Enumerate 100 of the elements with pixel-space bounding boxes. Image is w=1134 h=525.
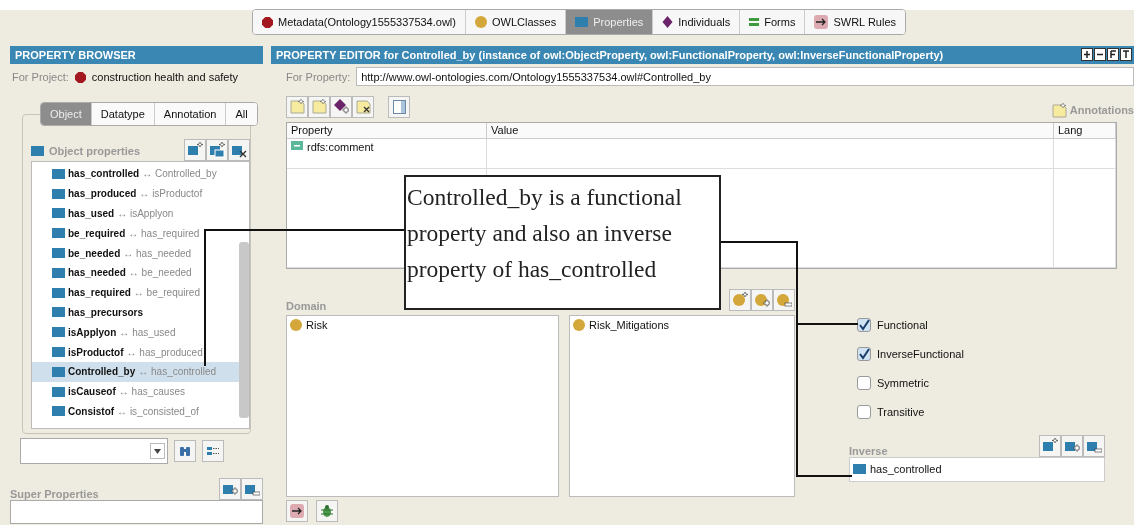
table-cell [1054, 138, 1116, 169]
checkbox[interactable] [857, 405, 871, 420]
checkbox-label: InverseFunctional [877, 348, 964, 361]
property-icon [52, 248, 65, 259]
remove-superproperty-button[interactable] [241, 478, 263, 500]
note-icon [289, 99, 305, 115]
tree-item[interactable]: has_needed ↔ be_needed [32, 263, 239, 283]
checkbox-label: Symmetric [877, 377, 929, 390]
checkbox-label: Functional [877, 319, 928, 332]
property-icon [52, 188, 65, 199]
tree-item[interactable]: has_precursors [32, 302, 239, 323]
list-item[interactable]: Risk_Mitigations [573, 318, 791, 331]
add-property-button[interactable] [1061, 434, 1083, 457]
search-field[interactable] [20, 438, 168, 464]
tree-item[interactable]: Consistof ↔ is_consisted_of [32, 401, 239, 422]
property-icon [575, 17, 589, 27]
property-icon [52, 287, 65, 298]
create-property-button[interactable] [1039, 434, 1061, 457]
create-property-button[interactable] [184, 139, 206, 161]
uri-field[interactable]: http://www.owl-ontologies.com/Ontology1555337534.owl#Controlled_by [356, 67, 1134, 87]
annotation-icon [291, 140, 303, 150]
property-icon [52, 406, 65, 417]
check-icon [858, 348, 870, 361]
add-superproperty-button[interactable] [219, 478, 241, 500]
delete-annotation-button[interactable] [352, 95, 374, 118]
find-button[interactable] [174, 440, 196, 462]
property-icon [31, 146, 44, 156]
tile-icon[interactable] [1120, 48, 1132, 62]
column-header[interactable]: Value [487, 122, 1054, 139]
remove-property-button[interactable] [1083, 434, 1105, 457]
caret-icon [154, 448, 161, 454]
document-icon [311, 99, 327, 115]
new-property-icon [187, 142, 203, 158]
add-class-icon [754, 291, 770, 308]
property-label: For Property: [286, 70, 351, 83]
circle-icon [474, 16, 487, 28]
delete-property-button[interactable] [228, 139, 250, 161]
tree-item[interactable]: has_required ↔ be_required [32, 282, 239, 303]
checkbox[interactable] [857, 347, 871, 362]
add-class-button[interactable] [751, 288, 773, 311]
tree-item[interactable]: isApplyon ↔ has_used [32, 322, 239, 343]
panel-icon [392, 99, 406, 114]
tree-item[interactable]: has_controlled ↔ Controlled_by [32, 164, 239, 184]
tree-item[interactable]: be_required ↔ has_required [32, 223, 239, 244]
panel-title: PROPERTY BROWSER [15, 49, 137, 61]
expand-icon[interactable] [1081, 48, 1093, 62]
diamond-plus-icon [333, 99, 349, 115]
property-icon [52, 307, 65, 318]
bug-icon [321, 504, 333, 518]
tree-item[interactable]: isCauseof ↔ has_causes [32, 381, 239, 402]
add-value-button[interactable] [330, 95, 352, 118]
remove-class-icon [776, 291, 792, 308]
callout-text: Controlled_by is a functional property and also an inverse property of has_controlled [404, 175, 721, 310]
debug-button[interactable] [316, 500, 338, 522]
property-icon [52, 208, 65, 219]
checkbox[interactable] [857, 318, 871, 333]
property-icon [52, 347, 65, 358]
list-item[interactable]: has_controlled [853, 463, 942, 476]
list-icon [207, 445, 219, 457]
inverse-label: Inverse [849, 444, 888, 457]
go-button[interactable] [286, 500, 308, 522]
remove-class-button[interactable] [773, 288, 795, 311]
tab[interactable]: Metadata(Ontology1555337534.owl) [253, 10, 466, 34]
hexagon-icon [74, 71, 86, 83]
dropdown-button[interactable] [150, 443, 165, 459]
tree-item[interactable]: isProductof ↔ has_produced [32, 342, 239, 362]
column-header[interactable]: Property [287, 122, 487, 139]
list-item[interactable]: Risk [290, 318, 555, 331]
tree-item[interactable]: has_produced ↔ isProductof [32, 183, 239, 204]
binoculars-icon [179, 445, 191, 457]
note-icon [1051, 102, 1067, 118]
project-name: construction health and safety [91, 71, 238, 83]
property-icon [853, 464, 866, 475]
create-subproperty-button[interactable] [206, 139, 228, 161]
view-button[interactable] [202, 440, 224, 462]
form-icon [749, 17, 760, 27]
domain-label: Domain [286, 299, 327, 312]
panel-title: PROPERTY EDITOR for Controlled_by (instance of owl:ObjectProperty, owl:FunctionalProperty, owl:InverseFunctionalProperty) [276, 48, 945, 61]
flag-icon[interactable] [1107, 48, 1119, 62]
hexagon-icon [262, 16, 273, 28]
property-icon [52, 168, 65, 179]
column-header[interactable]: Lang [1054, 122, 1116, 139]
tree-item[interactable]: has_used ↔ isApplyon [32, 203, 239, 224]
checkbox-label: Transitive [877, 406, 925, 419]
checkbox[interactable] [857, 376, 871, 391]
new-class-icon [732, 291, 748, 308]
property-icon [52, 228, 65, 239]
section-label: Super Properties [10, 488, 99, 500]
arrow-icon [290, 504, 304, 518]
create-class-button[interactable] [729, 288, 751, 311]
annotations-label: Annotations [1069, 104, 1134, 117]
property-icon [52, 327, 65, 338]
tree-item[interactable]: be_needed ↔ has_needed [32, 243, 239, 263]
property-icon [52, 366, 65, 377]
scrollbar[interactable] [239, 242, 249, 418]
subproperty-icon [209, 142, 225, 158]
collapse-icon[interactable] [1094, 48, 1106, 62]
panel-button[interactable] [388, 95, 410, 118]
property-icon [52, 267, 65, 278]
tree-item[interactable]: Controlled_by ↔ has_controlled [32, 361, 239, 382]
